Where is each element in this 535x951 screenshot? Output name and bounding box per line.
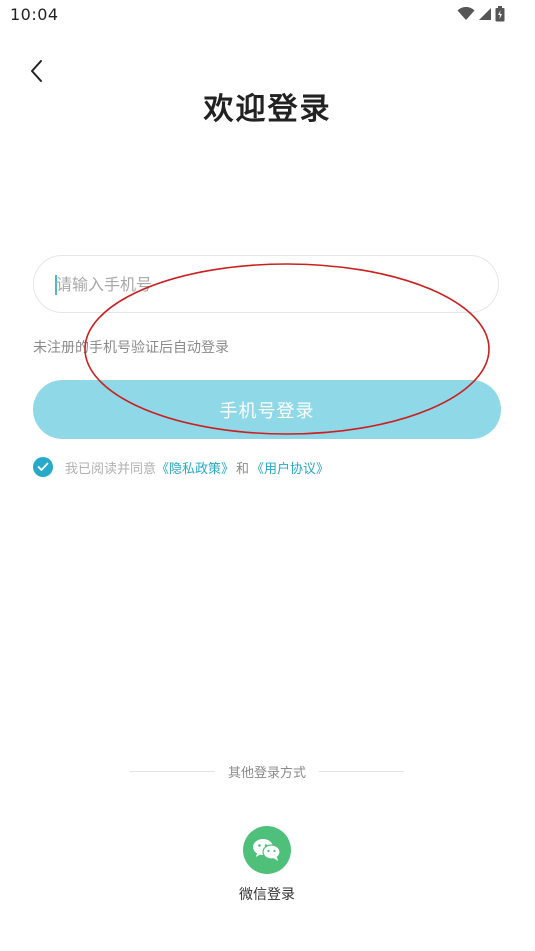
phone-input-container[interactable]: [33, 255, 499, 313]
agreement-prefix: 我已阅读并同意: [65, 461, 157, 477]
divider-line-left: [130, 771, 215, 772]
page-title: 欢迎登录: [203, 92, 332, 127]
wechat-icon: [253, 839, 281, 861]
chevron-left-icon: [31, 60, 42, 82]
phone-login-button[interactable]: 手机号登录: [33, 380, 501, 439]
phone-input[interactable]: [52, 256, 476, 312]
other-login-divider: 其他登录方式: [130, 762, 405, 781]
status-icons: [457, 6, 505, 22]
auto-register-hint: 未注册的手机号验证后自动登录: [33, 340, 229, 356]
agreement-checkbox[interactable]: [33, 457, 53, 477]
wechat-login-label: 微信登录: [239, 887, 295, 903]
wechat-icon-circle[interactable]: [243, 826, 291, 874]
user-agreement-link[interactable]: 《用户协议》: [251, 458, 329, 477]
agreement-row: 我已阅读并同意 《隐私政策》 和 《用户协议》: [33, 456, 329, 478]
battery-icon: [495, 6, 505, 22]
agreement-and: 和: [236, 461, 250, 477]
wechat-login-button[interactable]: 微信登录: [219, 826, 315, 904]
status-bar: 10:04: [0, 0, 535, 32]
wifi-icon: [457, 7, 475, 20]
divider-line-right: [319, 771, 405, 772]
back-button[interactable]: [22, 56, 50, 86]
checkmark-icon: [37, 462, 49, 471]
status-time: 10:04: [10, 5, 59, 24]
cell-signal-icon: [479, 8, 491, 20]
other-login-label: 其他登录方式: [228, 766, 307, 781]
privacy-policy-link[interactable]: 《隐私政策》: [156, 458, 234, 477]
